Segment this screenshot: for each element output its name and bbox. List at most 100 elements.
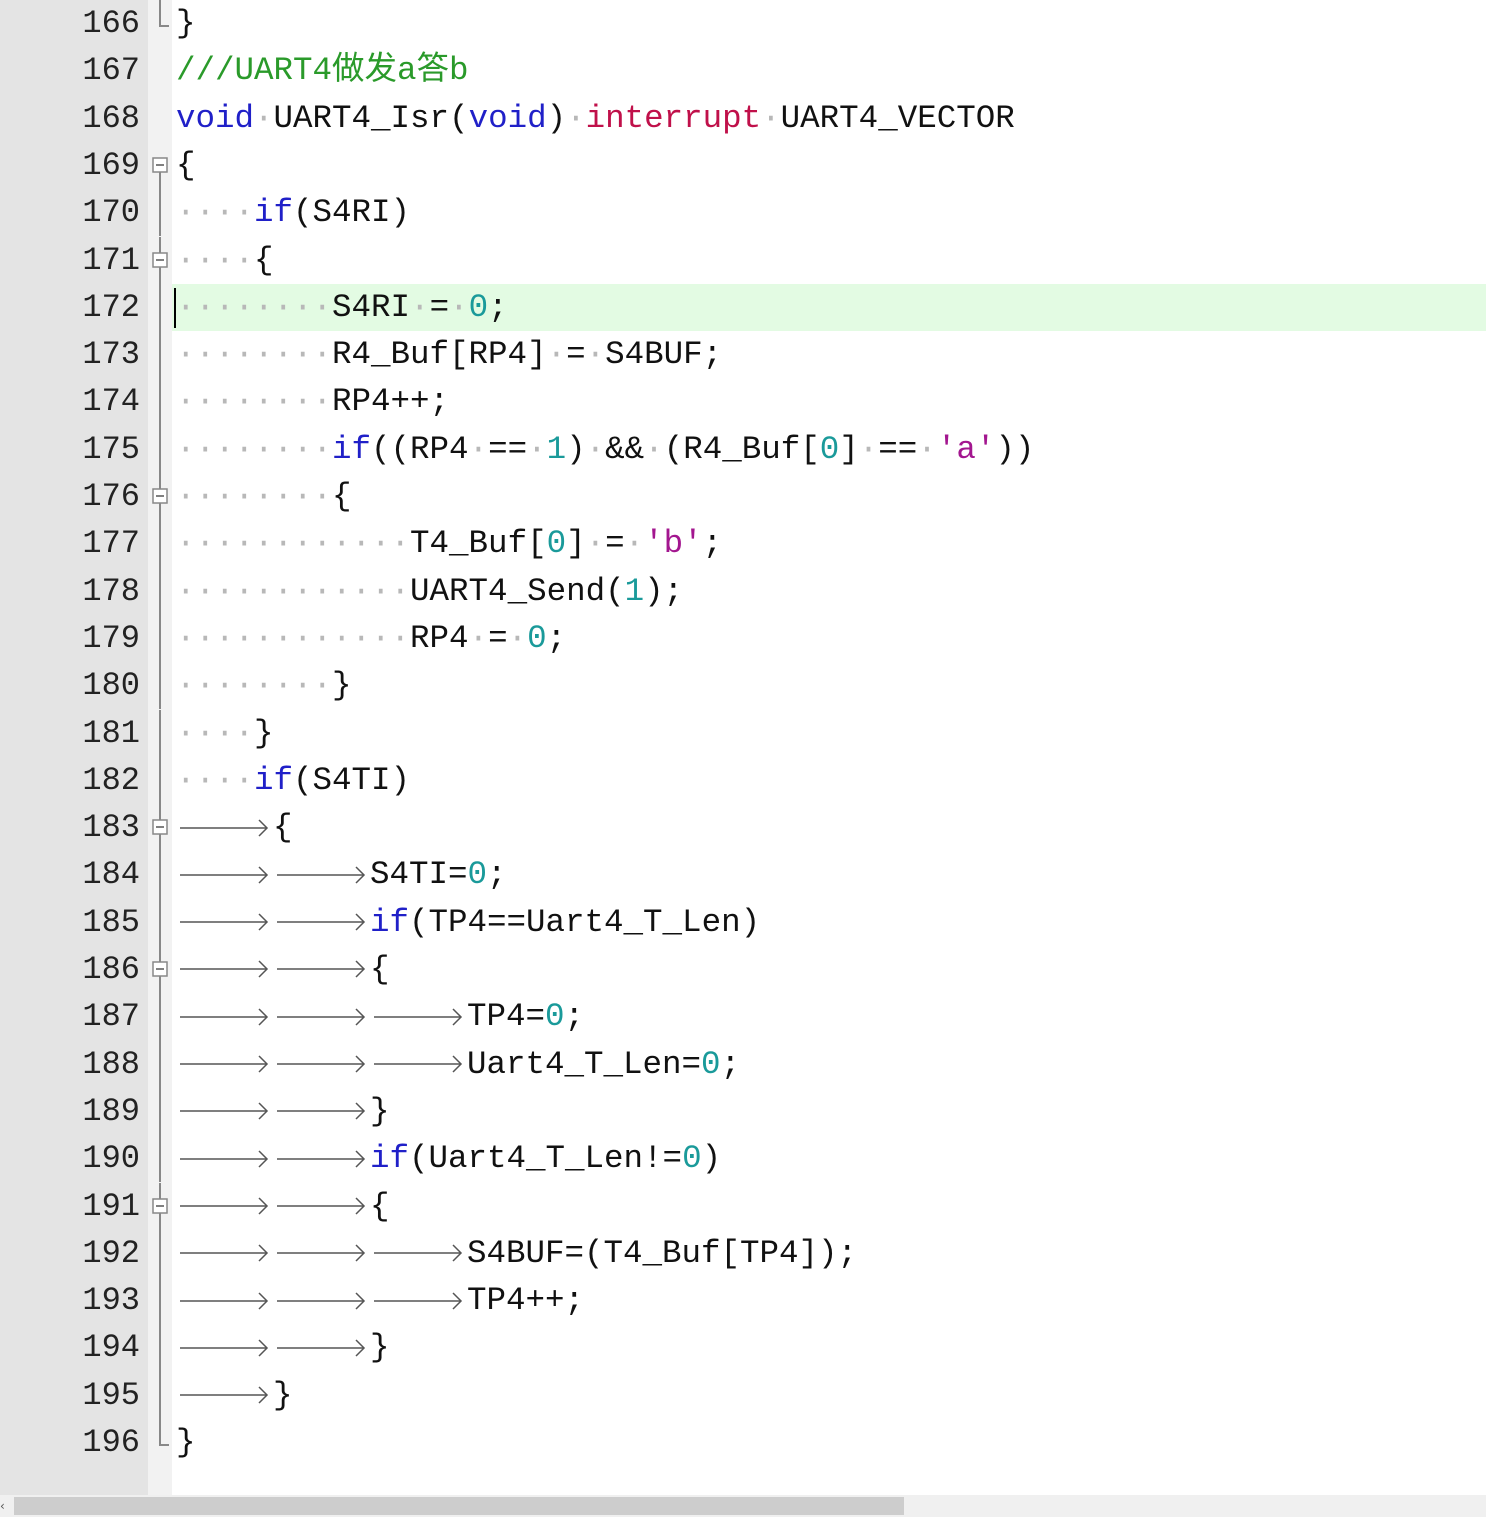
code-token: 1 [624, 572, 645, 610]
fold-collapse-icon[interactable] [152, 251, 168, 268]
code-line[interactable]: 193 TP4++; [0, 1277, 1486, 1325]
code-line[interactable]: 186 { [0, 946, 1486, 994]
whitespace-marker: ········ [176, 288, 333, 326]
whitespace-marker: ···· [176, 714, 255, 752]
code-token: void [176, 99, 255, 137]
line-number: 189 [82, 1092, 140, 1130]
code-token: ); [644, 572, 684, 610]
code-text: ····if(S4TI) [176, 759, 410, 803]
fold-collapse-icon[interactable] [152, 819, 168, 835]
code-token: )) [995, 430, 1035, 468]
line-number: 176 [82, 478, 140, 515]
code-token: ; [546, 619, 567, 657]
code-line[interactable]: 185 if(TP4==Uart4_T_Len) [0, 898, 1486, 946]
code-line[interactable]: 189} [0, 1087, 1486, 1136]
fold-collapse-icon[interactable] [152, 961, 168, 977]
line-number: 191 [82, 1187, 140, 1225]
line-number: 167 [82, 52, 140, 90]
whitespace-marker: ········ [176, 336, 333, 374]
whitespace-marker: ········ [176, 383, 333, 421]
code-text: if(Uart4_T_Len!=0) [176, 1137, 721, 1181]
code-line[interactable]: 170 ····if(S4RI) [0, 189, 1486, 237]
code-text: ····} [176, 712, 274, 756]
fold-collapse-icon[interactable] [152, 488, 168, 504]
code-editor[interactable]: 166} 167///UART4做发a答b 168 void·UART4_Isr(vo… [0, 0, 1486, 1495]
line-number: 172 [82, 288, 140, 326]
code-text: } [176, 1374, 293, 1418]
horizontal-scrollbar-thumb[interactable] [14, 1497, 904, 1515]
code-line[interactable]: 174 ········RP4++; [0, 378, 1486, 426]
code-token: TP4= [467, 998, 546, 1036]
code-line[interactable]: 166} [0, 0, 1486, 47]
scroll-left-arrow-icon[interactable]: ‹ [0, 1497, 10, 1515]
code-text: S4TI=0; [176, 853, 507, 897]
tab-arrow-icon [273, 1049, 370, 1079]
tab-arrow-icon [176, 1238, 273, 1268]
code-line[interactable]: 181 ····} [0, 709, 1486, 757]
whitespace-marker: · [585, 336, 606, 374]
code-token: (TP4==Uart4_T_Len) [409, 903, 761, 941]
code-line[interactable]: 177 ············T4_Buf[0]·=·'b'; [0, 520, 1486, 568]
code-line[interactable]: 191 { [0, 1182, 1486, 1230]
code-line[interactable]: 178 ············UART4_Send(1); [0, 567, 1486, 615]
code-token: } [254, 714, 274, 752]
line-number: 190 [82, 1140, 140, 1178]
code-token: = [429, 288, 450, 326]
code-token: UART4_VECTOR [780, 99, 1015, 137]
code-line[interactable]: 169 { [0, 142, 1486, 190]
code-text: } [176, 2, 196, 46]
code-token: Uart4_T_Len= [467, 1045, 702, 1083]
fold-end-tick [159, 25, 169, 27]
code-text: if(TP4==Uart4_T_Len) [176, 901, 760, 945]
code-line[interactable]: 167 ///UART4做发a答b [0, 47, 1486, 94]
line-number: 194 [82, 1329, 140, 1367]
text-caret [174, 287, 176, 328]
code-line[interactable]: 180 ········} [0, 662, 1486, 710]
code-line[interactable]: 187 TP4=0; [0, 993, 1486, 1041]
fold-guide [159, 378, 161, 426]
code-text: ········S4RI·=·0; [176, 286, 508, 330]
code-text: ············UART4_Send(1); [176, 570, 683, 614]
code-text: { [176, 948, 390, 992]
whitespace-marker: ········ [176, 667, 333, 705]
fold-collapse-icon[interactable] [152, 157, 168, 173]
tab-arrow-icon [176, 1002, 273, 1032]
code-line[interactable]: 182 ····if(S4TI) [0, 756, 1486, 805]
fold-collapse-icon[interactable] [152, 1197, 168, 1214]
code-line[interactable]: 173 ········R4_Buf[RP4]·=·S4BUF; [0, 331, 1486, 379]
code-line[interactable]: 190 if(Uart4_T_Len!=0) [0, 1135, 1486, 1183]
code-line[interactable]: 172 ········S4RI·=·0; [0, 283, 1486, 332]
line-number: 186 [82, 951, 140, 988]
code-line[interactable]: 192 S4BUF=(T4_Buf[TP4]); [0, 1229, 1486, 1278]
code-token: = [488, 619, 508, 657]
code-text: void·UART4_Isr(void)·interrupt·UART4_VEC… [176, 97, 1015, 141]
line-number: 175 [82, 430, 140, 468]
line-number: 195 [82, 1376, 140, 1414]
code-line[interactable]: 196} [0, 1419, 1486, 1466]
code-line[interactable]: 184 S4TI=0; [0, 851, 1486, 899]
tab-arrow-icon [273, 1286, 370, 1316]
whitespace-marker: · [644, 430, 664, 468]
code-token: if [370, 1140, 410, 1178]
code-token: R4_Buf[RP4] [332, 336, 547, 374]
fold-guide [159, 189, 161, 237]
code-token: 0 [701, 1045, 721, 1083]
code-line[interactable]: 176 ········{ [0, 473, 1486, 521]
code-line[interactable]: 168 void·UART4_Isr(void)·interrupt·UART4_… [0, 95, 1486, 142]
whitespace-marker: · [566, 99, 586, 137]
code-token: (S4RI) [293, 194, 411, 232]
code-text: ········if((RP4·==·1)·&&·(R4_Buf[0]·==·'… [176, 428, 1034, 472]
code-text: } [176, 1326, 390, 1370]
code-line[interactable]: 179 ············RP4·=·0; [0, 614, 1486, 663]
code-line[interactable]: 194} [0, 1324, 1486, 1372]
code-token: (Uart4_T_Len!= [409, 1140, 683, 1178]
code-line[interactable]: 195} [0, 1371, 1486, 1419]
code-token: ] [839, 430, 859, 468]
code-line[interactable]: 175 ········if((RP4·==·1)·&&·(R4_Buf[0]·=… [0, 425, 1486, 473]
line-number: 187 [82, 998, 140, 1036]
code-line[interactable]: 183 { [0, 804, 1486, 852]
line-number: 188 [82, 1045, 140, 1083]
code-line[interactable]: 171 ····{ [0, 236, 1486, 284]
code-line[interactable]: 188 Uart4_T_Len=0; [0, 1040, 1486, 1088]
tab-arrow-icon [176, 1380, 273, 1410]
